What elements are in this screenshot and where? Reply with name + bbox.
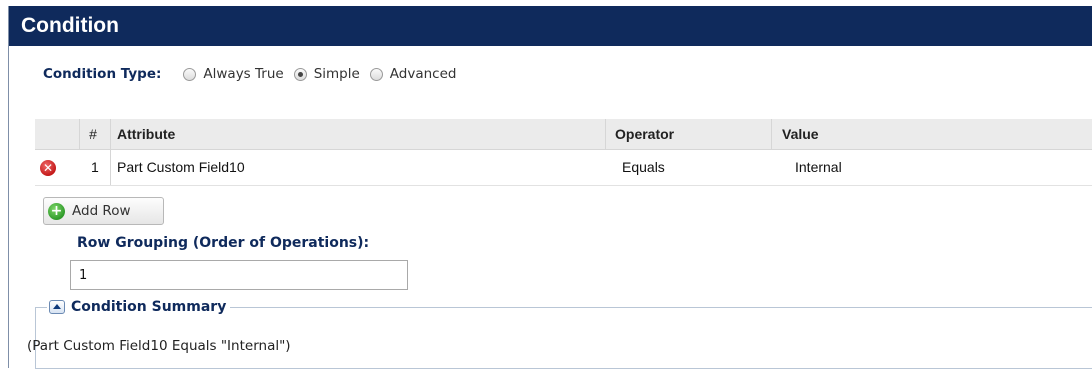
delete-icon[interactable]: ✕ [40,160,56,176]
condition-summary-text: (Part Custom Field10 Equals "Internal") [27,338,291,354]
row-attribute[interactable]: Part Custom Field10 [110,150,245,185]
row-grouping-input[interactable] [70,260,408,290]
row-value[interactable]: Internal [795,150,842,185]
condition-grid: # Attribute Operator Value ✕ 1 Part Cust… [35,119,1092,186]
condition-type-label: Condition Type: [43,66,162,82]
col-header-attribute[interactable]: Attribute [110,119,175,149]
add-icon: + [48,202,65,220]
condition-summary-title: Condition Summary [71,299,227,315]
condition-type-group: Condition Type: Always True Simple Advan… [43,65,466,83]
condition-panel: Condition Condition Type: Always True Si… [8,6,1092,369]
row-grouping-label: Row Grouping (Order of Operations): [77,235,370,251]
radio-advanced-circle[interactable] [369,67,383,81]
radio-advanced[interactable]: Advanced [369,66,457,82]
row-num: 1 [91,159,99,175]
add-row-button[interactable]: + Add Row [43,197,164,225]
col-header-operator[interactable]: Operator [605,119,674,149]
radio-always-true[interactable]: Always True [183,66,284,82]
radio-advanced-label: Advanced [389,66,457,82]
row-operator[interactable]: Equals [622,150,665,185]
condition-summary-legend: Condition Summary [47,297,231,317]
radio-simple[interactable]: Simple [293,66,360,82]
col-header-num: # [79,119,106,149]
grid-header: # Attribute Operator Value [35,119,1092,150]
add-row-label: Add Row [72,203,131,219]
col-header-value[interactable]: Value [771,119,819,149]
radio-always-true-circle[interactable] [183,67,197,81]
table-row[interactable]: ✕ 1 Part Custom Field10 Equals Internal [35,150,1092,186]
collapse-icon[interactable] [49,300,65,314]
radio-simple-label: Simple [313,66,360,82]
radio-simple-circle[interactable] [293,67,307,81]
radio-always-true-label: Always True [203,66,284,82]
panel-title: Condition [9,6,1092,46]
